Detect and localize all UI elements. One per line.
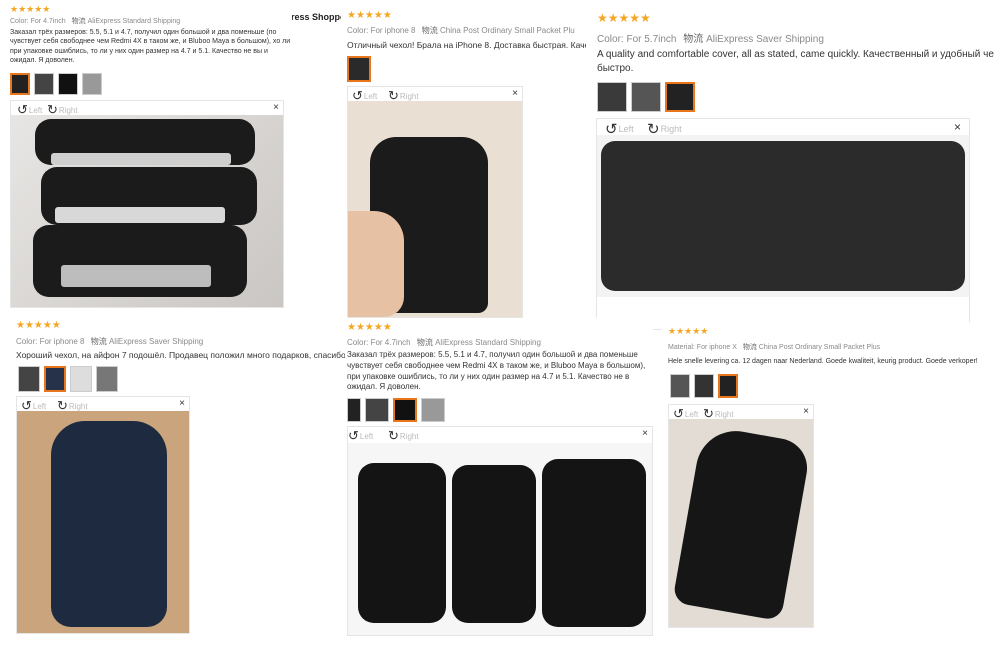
shipping-value: AliExpress Saver Shipping: [706, 34, 824, 45]
thumbnail[interactable]: [96, 366, 118, 392]
shipping-label: 物流: [416, 338, 433, 347]
color-label: Color:: [347, 338, 369, 347]
thumbnail[interactable]: [58, 73, 78, 95]
rotate-left-button[interactable]: ↺ Left: [348, 428, 373, 444]
review-photo: [11, 115, 283, 307]
review-card-4: ★★★★★ Color: For iphone 8 物流 AliExpress …: [0, 316, 345, 646]
thumbnail[interactable]: [393, 398, 417, 422]
color-value: For 4.7inch: [370, 338, 411, 347]
shipping-value: China Post Ordinary Small Packet Plus: [758, 344, 881, 351]
review-thumbnails: [597, 82, 695, 112]
review-text: Заказал трёх размеров: 5.5, 5.1 и 4.7, п…: [10, 29, 291, 65]
review-text: A quality and comfortable cover, all as …: [597, 49, 994, 74]
review-thumbnails: [347, 398, 445, 422]
color-label: Color:: [347, 26, 369, 35]
viewer-toolbar: ↺ Left ↻ Right ×: [597, 119, 969, 138]
material-value: For iphone X: [696, 344, 737, 351]
rating-stars: ★★★★★: [16, 320, 61, 331]
review-thumbnails: [347, 56, 371, 82]
color-value: For 4.7inch: [30, 18, 66, 25]
review-text: Отличный чехол! Брала на iPhone 8. Доста…: [347, 40, 586, 50]
close-icon[interactable]: ×: [273, 102, 279, 113]
shipping-value: AliExpress Standard Shipping: [87, 18, 181, 25]
rating-stars: ★★★★★: [347, 322, 392, 333]
shipping-value: China Post Ordinary Small Packet Plu: [439, 26, 575, 35]
image-viewer: ↺ Left ↻ Right ×: [668, 404, 814, 628]
review-meta: Material: For iphone X 物流 China Post Ord…: [668, 342, 880, 352]
review-photo: [348, 443, 652, 635]
thumbnail[interactable]: [10, 73, 30, 95]
close-icon[interactable]: ×: [512, 88, 518, 99]
thumbnail[interactable]: [665, 82, 695, 112]
rating-stars: ★★★★★: [597, 11, 651, 25]
rating-stars: ★★★★★: [10, 4, 51, 14]
review-card-1: ★★★★★ Color: For 4.7inch 物流 AliExpress S…: [0, 0, 292, 310]
thumbnail[interactable]: [670, 374, 690, 398]
image-viewer: ↺ Left ↻ Right ×: [596, 118, 970, 330]
review-meta: Color: For 5.7inch 物流 AliExpress Saver S…: [597, 30, 824, 45]
image-viewer: ↺ Left ↻ Right ×: [16, 396, 190, 634]
close-icon[interactable]: ×: [179, 398, 185, 409]
review-card-3: ★★★★★ Color: For 5.7inch 物流 AliExpress S…: [592, 0, 1000, 330]
close-icon[interactable]: ×: [642, 428, 648, 439]
review-thumbnails: [18, 366, 118, 392]
review-thumbnails: [10, 73, 102, 95]
review-meta: Color: For iphone 8 物流 AliExpress Saver …: [16, 336, 203, 347]
review-thumbnails: [670, 374, 738, 398]
review-text: Hele snelle levering ca. 12 dagen naar N…: [668, 358, 978, 365]
review-card-2: ★★★★★ Color: For iphone 8 物流 China Post …: [341, 0, 586, 320]
review-card-6: ★★★★★ Material: For iphone X 物流 China Po…: [662, 322, 1000, 632]
rotate-right-button[interactable]: ↻ Right: [388, 428, 419, 444]
shipping-value: AliExpress Saver Shipping: [108, 337, 204, 346]
review-meta: Color: For iphone 8 物流 China Post Ordina…: [347, 25, 575, 36]
shipping-label: 物流: [90, 337, 107, 346]
color-value: For iphone 8: [370, 26, 416, 35]
thumbnail[interactable]: [631, 82, 661, 112]
shipping-label: 物流: [683, 34, 704, 45]
thumbnail[interactable]: [347, 56, 371, 82]
thumbnail[interactable]: [365, 398, 389, 422]
thumbnail[interactable]: [44, 366, 66, 392]
thumbnail[interactable]: [347, 398, 361, 422]
rating-stars: ★★★★★: [668, 326, 709, 336]
thumbnail[interactable]: [694, 374, 714, 398]
shipping-label: 物流: [742, 344, 757, 351]
review-photo: [17, 411, 189, 633]
shipping-label: 物流: [71, 18, 86, 25]
review-text: Хороший чехол, на айфон 7 подошёл. Прода…: [16, 350, 345, 360]
review-photo: [348, 101, 522, 317]
review-meta: Color: For 4.7inch 物流 AliExpress Standar…: [10, 16, 180, 26]
rating-stars: ★★★★★: [347, 10, 392, 21]
review-meta: Color: For 4.7inch 物流 AliExpress Standar…: [347, 337, 541, 348]
color-value: For 5.7inch: [626, 34, 677, 45]
color-value: For iphone 8: [39, 337, 85, 346]
shipping-label: 物流: [421, 26, 438, 35]
close-icon[interactable]: ×: [803, 406, 809, 417]
thumbnail[interactable]: [34, 73, 54, 95]
color-label: Color:: [16, 337, 38, 346]
image-viewer: ↺ Left ↻ Right ×: [347, 86, 523, 318]
review-photo: [597, 135, 969, 297]
store-name: ress Shopper: [291, 12, 349, 22]
rotate-right-icon: ↻: [388, 428, 399, 443]
thumbnail[interactable]: [718, 374, 738, 398]
shipping-value: AliExpress Standard Shipping: [435, 338, 541, 347]
thumbnail[interactable]: [70, 366, 92, 392]
thumbnail[interactable]: [421, 398, 445, 422]
thumbnail[interactable]: [18, 366, 40, 392]
rotate-left-icon: ↺: [348, 428, 359, 443]
image-viewer: ↺ Left ↻ Right ×: [347, 426, 653, 636]
image-viewer: ↺ Left ↻ Right ×: [10, 100, 284, 308]
close-icon[interactable]: ×: [954, 120, 961, 134]
color-label: Color:: [597, 34, 624, 45]
review-text: Заказал трёх размеров: 5.5, 5.1 и 4.7, п…: [347, 350, 646, 392]
color-label: Color:: [10, 18, 29, 25]
material-label: Material:: [668, 344, 695, 351]
thumbnail[interactable]: [597, 82, 627, 112]
thumbnail[interactable]: [82, 73, 102, 95]
review-photo: [669, 419, 813, 627]
review-card-5: ★★★★★ Color: For 4.7inch 物流 AliExpress S…: [345, 318, 653, 636]
viewer-toolbar: ↺ Left ↻ Right ×: [348, 427, 652, 443]
